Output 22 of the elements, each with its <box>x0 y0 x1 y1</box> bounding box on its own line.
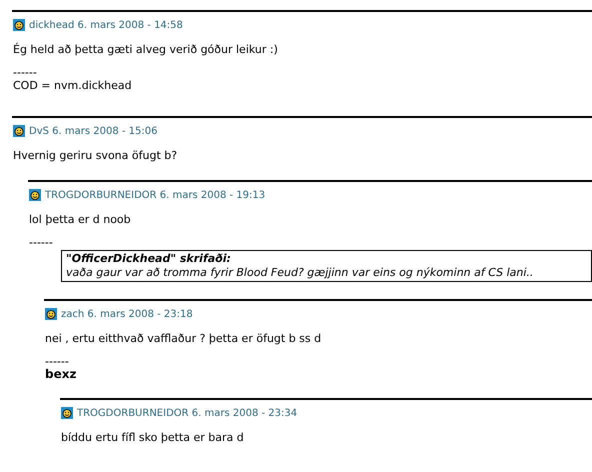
comment-text: nei , ertu eitthvað vafflaður ? þetta er öfugt b ss d <box>45 332 322 346</box>
signature-text: ------ <box>29 236 54 249</box>
signature-text: ------ <box>45 355 70 368</box>
comment-meta: zach 6. mars 2008 - 23:18 <box>61 308 193 322</box>
signature-text: COD = nvm.dickhead <box>13 79 133 92</box>
comment-meta: TROGDORBURNEIDOR 6. mars 2008 - 19:13 <box>45 188 266 202</box>
smiley-icon <box>61 407 73 419</box>
comment-text: bíddu ertu fífl sko þetta er bara d <box>61 431 245 445</box>
signature-text: bexz <box>45 368 78 381</box>
quote-heading: "OfficerDickhead" skrifaði: <box>66 252 232 266</box>
smiley-icon <box>45 308 57 320</box>
comment-text: Hvernig geriru svona öfugt b? <box>13 149 178 163</box>
signature-text: ------ <box>13 66 38 79</box>
quote-text: vaða gaur var að tromma fyrir Blood Feud? gæjjinn var eins og nýkominn af CS lani.. <box>66 266 534 280</box>
smiley-icon <box>13 125 25 137</box>
comment-meta: dickhead 6. mars 2008 - 14:58 <box>29 18 183 32</box>
comment-text: lol þetta er d noob <box>29 213 132 227</box>
smiley-icon <box>29 189 41 201</box>
comment-meta: TROGDORBURNEIDOR 6. mars 2008 - 23:34 <box>77 406 298 420</box>
smiley-icon <box>13 19 25 31</box>
comment-text: Ég held að þetta gæti alveg verið góður leikur :) <box>13 43 279 57</box>
comment-meta: DvS 6. mars 2008 - 15:06 <box>29 124 158 138</box>
